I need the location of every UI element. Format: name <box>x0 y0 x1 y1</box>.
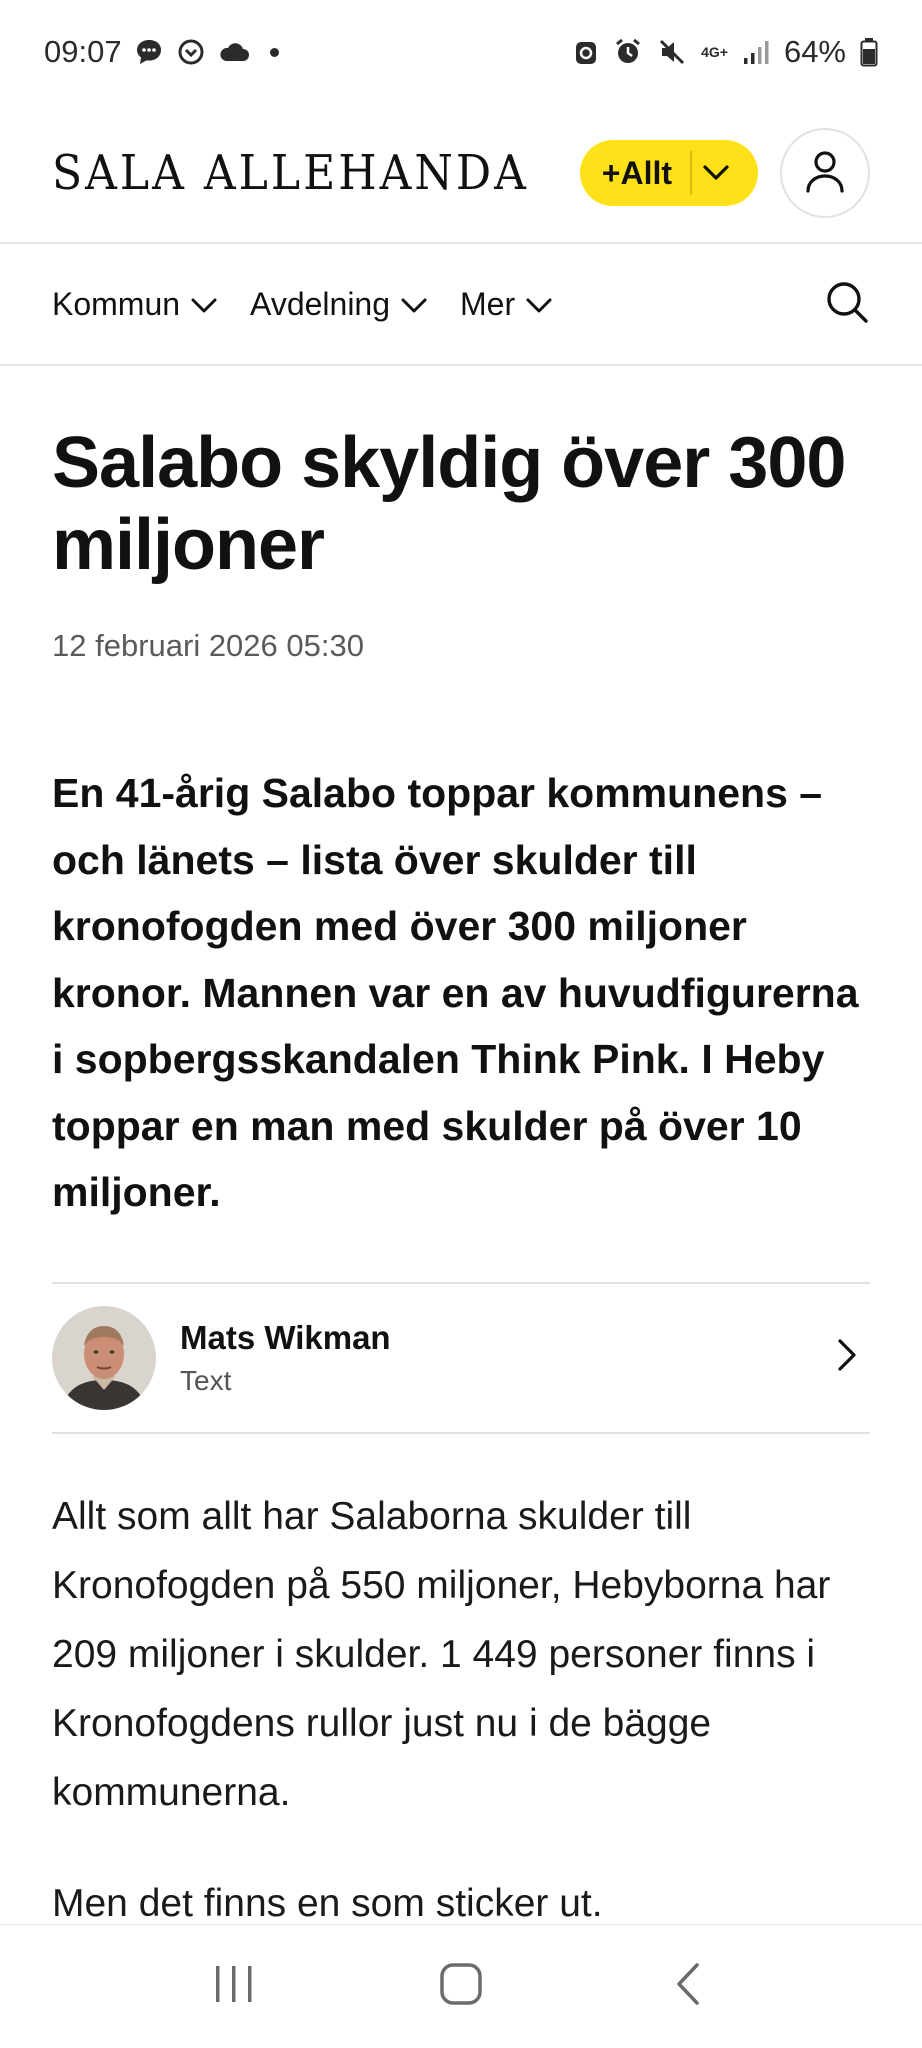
nav-item-mer[interactable]: Mer <box>460 286 553 323</box>
article-headline: Salabo skyldig över 300 miljoner <box>52 423 846 585</box>
recent-apps-icon[interactable] <box>212 1964 256 2009</box>
signal-icon <box>742 38 770 66</box>
battery-percent: 64% <box>783 34 846 69</box>
author-avatar[interactable] <box>52 1305 156 1410</box>
profile-button[interactable] <box>780 128 870 218</box>
article: Salabo skyldig över 300 miljoner 12 febr… <box>52 366 870 1938</box>
home-button[interactable] <box>416 1947 506 2027</box>
user-icon <box>804 149 846 198</box>
back-icon[interactable] <box>673 1962 703 2011</box>
nav-item-kommun[interactable]: Kommun <box>52 286 218 323</box>
chevron-down-icon[interactable] <box>190 286 218 323</box>
search-icon[interactable] <box>824 281 870 329</box>
message-icon <box>134 37 164 67</box>
search-button[interactable] <box>824 279 870 330</box>
author-info: Mats Wikman Text <box>180 1319 391 1397</box>
author-role: Text <box>180 1364 232 1396</box>
recent-apps-button[interactable] <box>189 1947 279 2027</box>
nav-item-avdelning[interactable]: Avdelning <box>250 286 428 323</box>
alarm-icon <box>613 37 643 67</box>
chevron-right-icon[interactable] <box>836 1337 858 1378</box>
more-notifications-dot <box>269 47 279 57</box>
status-left: 09:07 <box>44 34 279 70</box>
chevron-down-icon[interactable] <box>692 164 740 182</box>
author-name[interactable]: Mats Wikman <box>180 1319 391 1357</box>
article-lead: En 41-årig Salabo toppar kommunens – och… <box>52 770 859 1215</box>
battery-icon <box>860 37 878 67</box>
status-time: 09:07 <box>44 34 122 69</box>
allt-button-label[interactable]: +Allt <box>602 151 692 195</box>
status-right: 4G+ 64% <box>573 34 878 70</box>
site-header: SALA ALLEHANDA +Allt <box>0 104 922 244</box>
nav-item-label[interactable]: Avdelning <box>250 286 390 323</box>
site-logo[interactable]: SALA ALLEHANDA <box>52 145 529 200</box>
article-paragraph: Allt som allt har Salaborna skulder till… <box>52 1494 831 1814</box>
chevron-down-icon[interactable] <box>525 286 553 323</box>
home-icon[interactable] <box>439 1962 483 2011</box>
section-nav: Kommun Avdelning Mer <box>0 244 922 366</box>
chevron-down-icon[interactable] <box>400 286 428 323</box>
app-notification-icon <box>176 37 206 67</box>
network-type-icon: 4G+ <box>701 44 728 60</box>
data-saver-icon <box>573 37 599 67</box>
nav-item-label[interactable]: Mer <box>460 286 515 323</box>
status-bar: 09:07 4G+ 64% <box>0 0 922 104</box>
nav-item-label[interactable]: Kommun <box>52 286 180 323</box>
cloud-icon <box>218 39 250 65</box>
allt-subscription-button[interactable]: +Allt <box>579 140 758 206</box>
article-date: 12 februari 2026 05:30 <box>52 628 364 663</box>
author-byline[interactable]: Mats Wikman Text <box>52 1281 870 1434</box>
system-navigation-bar <box>0 1924 922 2048</box>
mute-icon <box>657 37 687 67</box>
header-actions: +Allt <box>579 128 870 218</box>
back-button[interactable] <box>643 1947 733 2027</box>
